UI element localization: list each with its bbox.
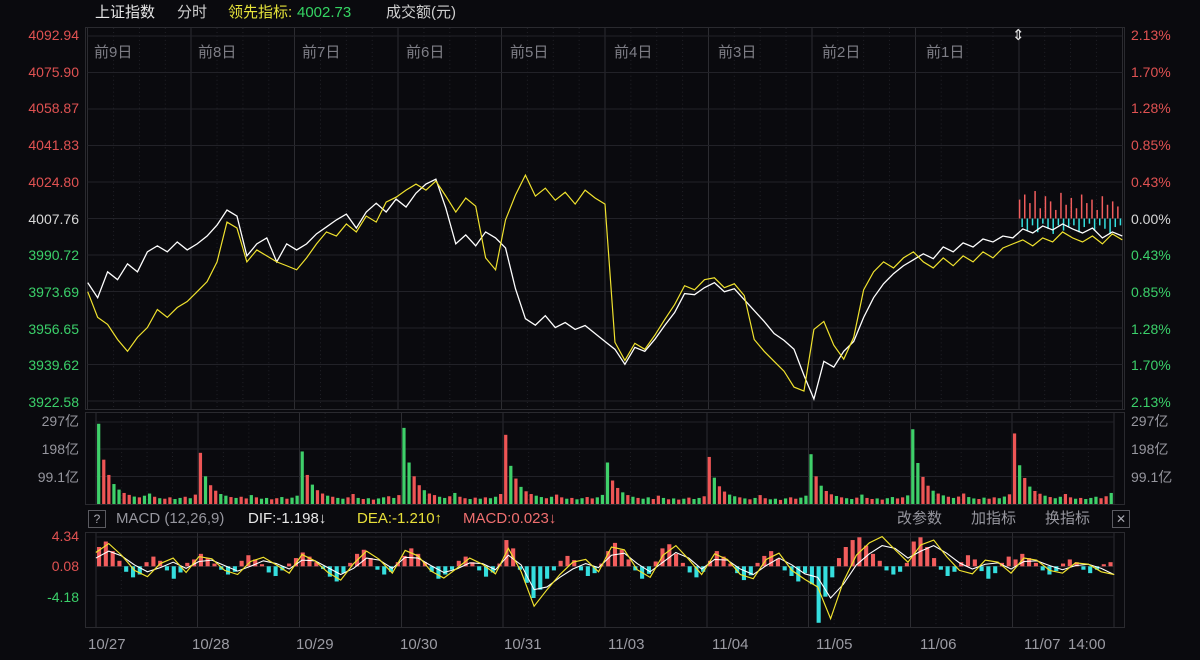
macd-axis-label: 4.34 [0, 527, 79, 545]
date-label: 11/03 [608, 636, 644, 654]
resize-handle-icon[interactable]: ⇕ [1012, 26, 1025, 44]
date-label: 10/28 [192, 636, 230, 654]
macd-name-label: MACD (12,26,9) [116, 509, 224, 529]
date-label: 11/04 [712, 636, 748, 654]
percent-axis-label: 1.70% [1131, 63, 1171, 81]
percent-axis-label: 1.70% [1131, 356, 1171, 374]
price-axis-label: 3990.72 [0, 246, 79, 264]
day-label: 前7日 [302, 44, 340, 62]
macd-chart-canvas[interactable] [86, 533, 1124, 627]
price-axis-label: 3956.65 [0, 320, 79, 338]
price-axis-label: 4007.76 [0, 210, 79, 228]
add-indicator-button[interactable]: 加指标 [971, 509, 1016, 529]
macd-axis-label: -4.18 [0, 588, 79, 606]
price-axis-label: 4058.87 [0, 99, 79, 117]
price-axis-label: 4092.94 [0, 26, 79, 44]
price-axis-label: 3973.69 [0, 283, 79, 301]
lead-indicator-label: 领先指标: [228, 3, 292, 23]
lead-indicator-value: 4002.73 [297, 3, 351, 23]
dea-value: DEA:-1.210↑ [357, 509, 442, 529]
percent-axis-label: 0.43% [1131, 246, 1171, 264]
date-label: 10/31 [504, 636, 542, 654]
close-icon[interactable]: ✕ [1112, 510, 1130, 528]
date-label: 10/29 [296, 636, 334, 654]
main-price-pane[interactable] [85, 27, 1125, 410]
percent-axis-label: 0.85% [1131, 283, 1171, 301]
date-label: 11/05 [816, 636, 852, 654]
day-label: 前1日 [926, 44, 964, 62]
change-params-button[interactable]: 改参数 [897, 509, 942, 529]
macd-label: MACD:0.023 [463, 510, 549, 527]
day-label: 前2日 [822, 44, 860, 62]
percent-axis-label: 1.28% [1131, 99, 1171, 117]
day-label: 前4日 [614, 44, 652, 62]
macd-down-arrow-icon: ↓ [549, 510, 557, 527]
day-label: 前5日 [510, 44, 548, 62]
tab-minute-mode[interactable]: 分时 [177, 3, 207, 23]
index-title: 上证指数 [95, 3, 155, 23]
stock-app-window: 上证指数 分时 领先指标: 4002.73 成交额(元) ⇕ ? MACD (1… [0, 0, 1200, 660]
price-axis-label: 4075.90 [0, 63, 79, 81]
macd-value: MACD:0.023↓ [463, 509, 556, 529]
volume-axis-label-left: 297亿 [0, 412, 79, 430]
day-label: 前6日 [406, 44, 444, 62]
date-label: 10/27 [88, 636, 126, 654]
percent-axis-label: 1.28% [1131, 320, 1171, 338]
price-axis-label: 4041.83 [0, 136, 79, 154]
percent-axis-label: 0.00% [1131, 210, 1171, 228]
date-label: 10/30 [400, 636, 438, 654]
day-label: 前3日 [718, 44, 756, 62]
dea-label: DEA:-1.210 [357, 510, 435, 527]
price-axis-label: 3939.62 [0, 356, 79, 374]
date-label: 11/06 [920, 636, 956, 654]
percent-axis-label: 0.85% [1131, 136, 1171, 154]
macd-pane[interactable] [85, 532, 1125, 628]
volume-chart-canvas[interactable] [86, 413, 1124, 504]
turnover-label: 成交额(元) [386, 3, 456, 23]
dif-label: DIF:-1.198 [248, 510, 319, 527]
volume-axis-label-right: 198亿 [1131, 440, 1168, 458]
volume-axis-label-right: 297亿 [1131, 412, 1168, 430]
percent-axis-label: 2.13% [1131, 26, 1171, 44]
switch-indicator-button[interactable]: 换指标 [1045, 509, 1090, 529]
day-label: 前8日 [198, 44, 236, 62]
volume-axis-label-left: 99.1亿 [0, 468, 79, 486]
volume-axis-label-right: 99.1亿 [1131, 468, 1172, 486]
volume-axis-label-left: 198亿 [0, 440, 79, 458]
help-icon[interactable]: ? [88, 510, 106, 528]
dea-up-arrow-icon: ↑ [435, 510, 443, 527]
time-label: 14:00 [1068, 636, 1106, 654]
day-label: 前9日 [94, 44, 132, 62]
dif-down-arrow-icon: ↓ [319, 510, 327, 527]
date-label: 11/07 [1024, 636, 1060, 654]
main-price-chart-canvas[interactable] [86, 28, 1124, 409]
macd-axis-label: 0.08 [0, 557, 79, 575]
dif-value: DIF:-1.198↓ [248, 509, 326, 529]
price-axis-label: 4024.80 [0, 173, 79, 191]
percent-axis-label: 2.13% [1131, 393, 1171, 411]
price-axis-label: 3922.58 [0, 393, 79, 411]
volume-pane[interactable] [85, 412, 1125, 505]
percent-axis-label: 0.43% [1131, 173, 1171, 191]
